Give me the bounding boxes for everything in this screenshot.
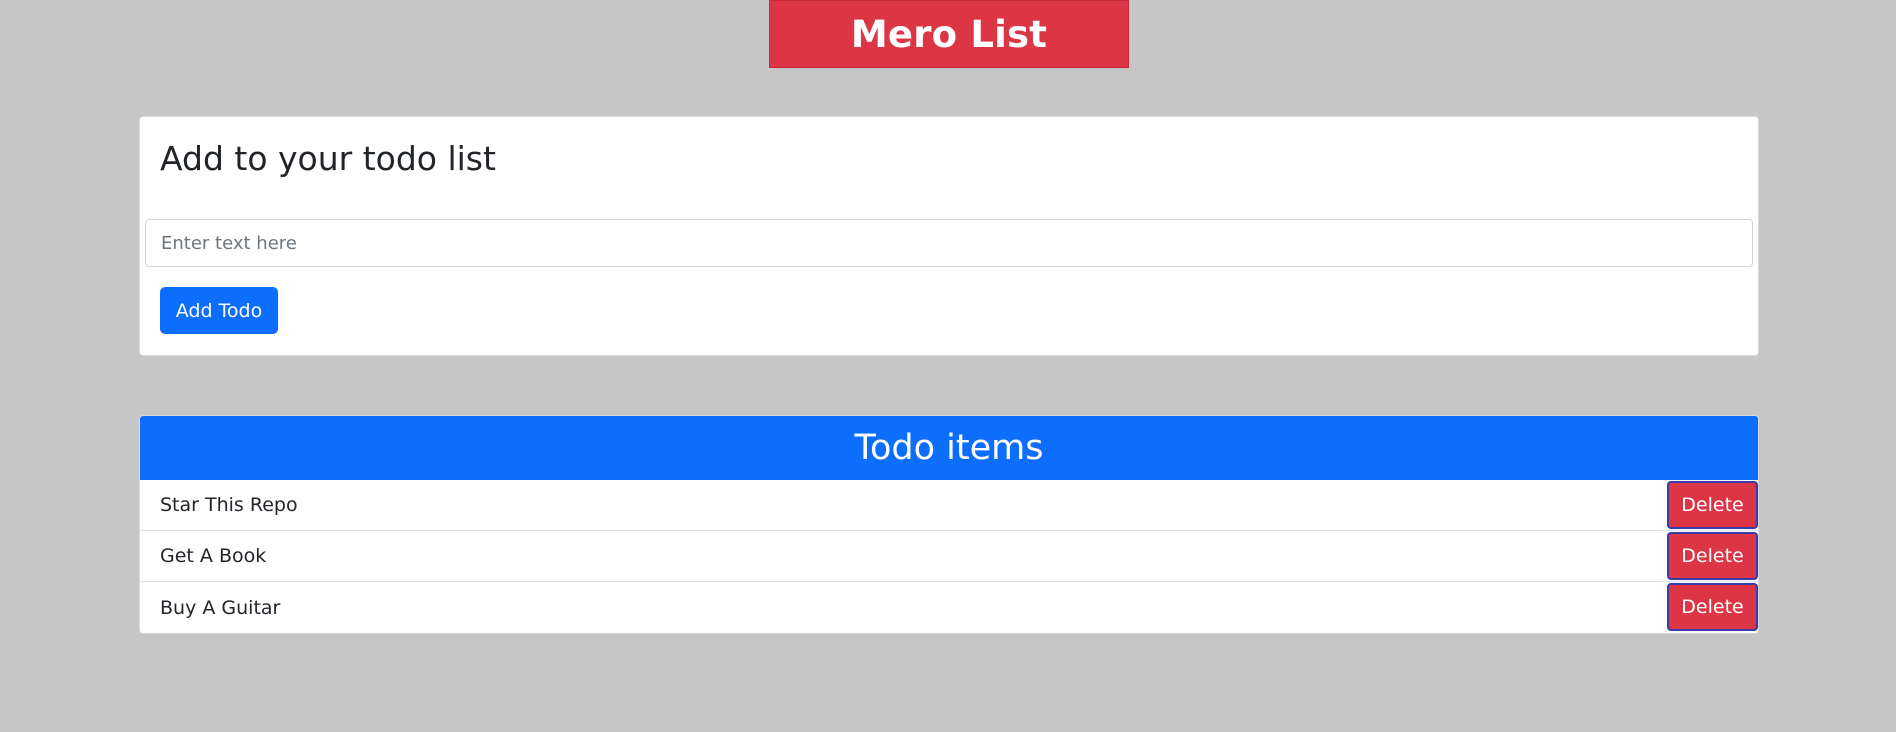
app-title-banner: Mero List xyxy=(769,0,1129,68)
todo-item-text: Get A Book xyxy=(160,545,267,567)
todo-list-item: Get A Book Delete xyxy=(140,531,1758,582)
todo-item-text: Buy A Guitar xyxy=(160,596,281,619)
app-title: Mero List xyxy=(850,12,1048,56)
delete-button[interactable]: Delete xyxy=(1667,532,1758,580)
delete-button[interactable]: Delete xyxy=(1667,481,1758,529)
add-todo-card: Add to your todo list Add Todo xyxy=(139,116,1759,356)
todo-list-item: Buy A Guitar Delete xyxy=(140,582,1758,633)
add-todo-heading: Add to your todo list xyxy=(160,139,496,178)
todo-item-text: Star This Repo xyxy=(160,494,298,516)
add-todo-button[interactable]: Add Todo xyxy=(160,287,278,334)
todo-list-item: Star This Repo Delete xyxy=(140,480,1758,531)
todo-items-card: Todo items Star This Repo Delete Get A B… xyxy=(139,415,1759,634)
todo-text-input[interactable] xyxy=(145,219,1753,267)
todo-items-heading: Todo items xyxy=(854,428,1044,468)
todo-items-header: Todo items xyxy=(140,416,1758,480)
delete-button[interactable]: Delete xyxy=(1667,583,1758,631)
